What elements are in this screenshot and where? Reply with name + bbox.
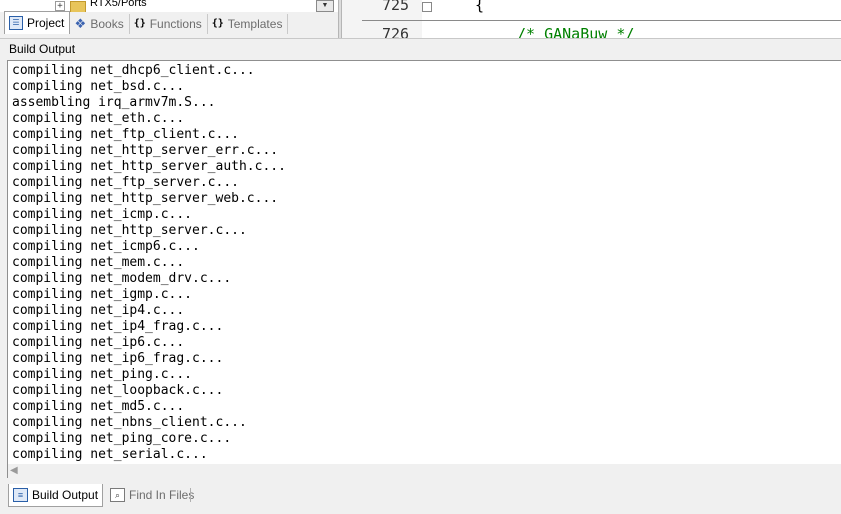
books-icon: ❖ (74, 16, 87, 31)
code-editor[interactable]: 725 726 { /* GANaBuw */ (342, 0, 841, 38)
tab-label: Build Output (32, 488, 99, 502)
tab-label: Find In Files (129, 488, 195, 502)
output-line: compiling net_dhcp6_client.c... (12, 63, 255, 78)
tab-templates[interactable]: {} Templates (207, 14, 289, 34)
tree-item-label[interactable]: RTX5/Ports (90, 0, 147, 9)
tab-find-in-files[interactable]: ⌕ Find In Files (106, 484, 198, 506)
panel-title: Build Output (9, 42, 76, 56)
output-line: compiling net_ping_core.c... (12, 431, 232, 446)
output-line: compiling net_ftp_client.c... (12, 127, 239, 142)
functions-icon: {} (133, 18, 146, 29)
output-line: assembling irq_armv7m.S... (12, 95, 216, 110)
tab-books[interactable]: ❖ Books (70, 14, 130, 34)
build-output-text: compiling net_dhcp6_client.c... compiling… (12, 63, 286, 463)
output-line: compiling net_http_server_err.c... (12, 143, 279, 158)
build-output-pane[interactable]: compiling net_dhcp6_client.c... compiling… (7, 60, 841, 478)
build-output-icon: ≡ (13, 488, 28, 502)
output-line: compiling net_igmp.c... (12, 287, 193, 302)
tab-project[interactable]: ☰ Project (4, 11, 71, 34)
output-line: compiling net_ftp_server.c... (12, 175, 239, 190)
tab-label: Project (27, 16, 65, 30)
output-line: compiling net_ping.c... (12, 367, 193, 382)
line-number: 726 (382, 25, 410, 38)
output-line: compiling net_http_server_auth.c... (12, 159, 286, 174)
output-line: compiling net_ip6_frag.c... (12, 351, 224, 366)
scroll-left-icon[interactable]: ◀ (10, 465, 18, 477)
line-number: 725 (382, 0, 410, 14)
output-line: compiling net_md5.c... (12, 399, 185, 414)
output-line: compiling net_bsd.c... (12, 79, 185, 94)
tab-label: Templates (227, 17, 283, 31)
templates-icon: {} (211, 18, 224, 29)
project-icon: ☰ (9, 16, 23, 30)
chevron-down-icon[interactable]: ▼ (316, 0, 334, 12)
bottom-tab-bar: ≡ Build Output ⌕ Find In Files (0, 478, 841, 514)
code-comment: /* GANaBuw */ (517, 25, 635, 38)
tree-expand-icon[interactable]: + (55, 1, 65, 11)
output-line: compiling net_ip4_frag.c... (12, 319, 224, 334)
editor-divider (362, 20, 841, 21)
output-line: compiling net_loopback.c... (12, 383, 224, 398)
output-line: compiling net_icmp.c... (12, 207, 193, 222)
tab-functions[interactable]: {} Functions (129, 14, 208, 34)
output-line: compiling net_icmp6.c... (12, 239, 200, 254)
output-line: compiling net_eth.c... (12, 111, 185, 126)
output-line: compiling net_mem.c... (12, 255, 185, 270)
output-line: compiling net_ip6.c... (12, 335, 185, 350)
horizontal-scrollbar[interactable]: ◀ (7, 464, 841, 478)
fold-marker-icon[interactable] (422, 2, 432, 12)
code-line: { (475, 0, 485, 14)
panel-title-bar: Build Output (0, 38, 841, 60)
tab-label: Functions (149, 17, 202, 31)
find-in-files-icon: ⌕ (110, 488, 125, 502)
project-window: + RTX5/Ports ▼ ☰ Project ❖ Books {} Func… (0, 0, 338, 38)
tab-build-output[interactable]: ≡ Build Output (8, 484, 104, 507)
tab-separator (190, 488, 191, 502)
tab-label: Books (90, 17, 124, 31)
output-line: compiling net_ip4.c... (12, 303, 185, 318)
output-line: compiling net_http_server_web.c... (12, 191, 279, 206)
output-line: compiling net_modem_drv.c... (12, 271, 232, 286)
output-line: compiling net_serial.c... (12, 447, 208, 462)
output-line: compiling net_nbns_client.c... (12, 415, 247, 430)
output-line: compiling net_http_server.c... (12, 223, 247, 238)
project-tabs: ☰ Project ❖ Books {} Functions {} Templa… (4, 11, 289, 34)
folder-icon (70, 1, 86, 12)
